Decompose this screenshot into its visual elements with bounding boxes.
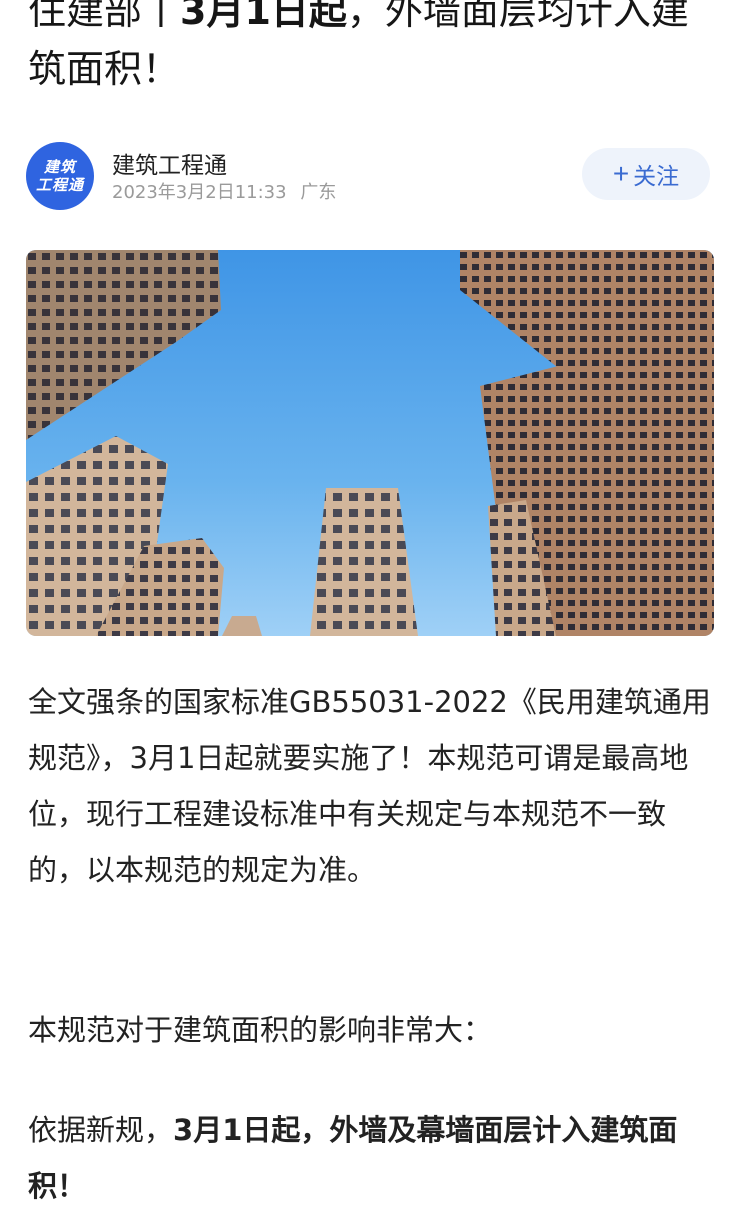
avatar-line2: 工程通	[35, 176, 84, 194]
body-paragraph-3: 依据新规，3月1日起，外墙及幕墙面层计入建筑面积！	[28, 1102, 718, 1214]
avatar[interactable]: 建筑 工程通	[26, 142, 94, 210]
plus-icon: +	[612, 158, 630, 189]
title-bold: 3月1日起	[180, 0, 347, 33]
title-prefix: 住建部丨	[28, 0, 181, 33]
publish-location: 广东	[300, 182, 337, 203]
publish-datetime: 2023年3月2日11:33	[112, 182, 287, 203]
article-title: 住建部丨3月1日起，外墙面层均计入建筑面积！	[28, 0, 718, 98]
author-meta: 2023年3月2日11:33 广东	[112, 178, 336, 204]
author-name[interactable]: 建筑工程通	[112, 146, 227, 180]
avatar-line1: 建筑	[43, 158, 76, 176]
body-paragraph-1: 全文强条的国家标准GB55031-2022《民用建筑通用规范》，3月1日起就要实…	[28, 685, 711, 887]
follow-button[interactable]: + 关注	[582, 148, 710, 200]
hero-image	[26, 250, 714, 636]
follow-label: 关注	[633, 163, 680, 189]
body-paragraph-2: 本规范对于建筑面积的影响非常大：	[28, 1013, 493, 1047]
p3-prefix: 依据新规，	[28, 1113, 174, 1147]
buildings-photo	[26, 250, 714, 636]
author-bar: 建筑 工程通 建筑工程通 2023年3月2日11:33 广东 + 关注	[26, 142, 716, 212]
